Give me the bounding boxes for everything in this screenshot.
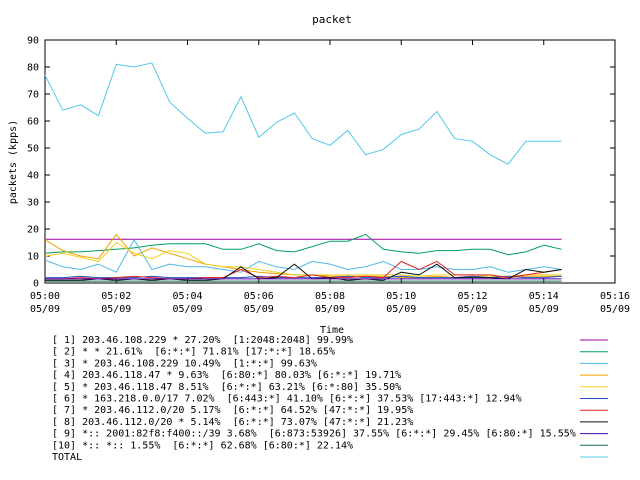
x-tick-time: 05:16 <box>600 291 630 302</box>
legend-label: [ 9] *:: 2001:82f8:f400::/39 3.68% [6:87… <box>52 429 576 440</box>
x-tick-time: 05:10 <box>386 291 416 302</box>
x-tick-time: 05:04 <box>172 291 202 302</box>
x-tick-time: 05:08 <box>315 291 345 302</box>
legend-label: [ 3] * 203.46.108.229 10.49% [1:*:*] 99.… <box>52 358 317 369</box>
series-line-11 <box>44 62 562 165</box>
x-tick-time: 05:00 <box>30 291 60 302</box>
y-tick-label: 10 <box>27 252 39 263</box>
packet-chart: packet packets (kpps) Time 0102030405060… <box>8 13 630 463</box>
series-line-3 <box>44 238 562 273</box>
y-axis-label: packets (kpps) <box>8 120 19 204</box>
legend-label: [10] *:: *:: 1.55% [6:*:*] 62.68% [6:80:… <box>52 440 353 451</box>
series-line-2 <box>44 233 562 256</box>
y-tick-label: 80 <box>27 63 39 74</box>
legend-label: [ 1] 203.46.108.229 * 27.20% [1:2048:204… <box>52 335 353 346</box>
legend-label: [ 6] * 163.218.0.0/17 7.02% [6:443:*] 41… <box>52 394 522 405</box>
x-tick-date: 05/09 <box>600 304 630 315</box>
legend-label: [ 4] 203.46.118.47 * 9.63% [6:80:*] 80.0… <box>52 370 401 381</box>
y-tick-label: 60 <box>27 117 39 128</box>
legend-label: TOTAL <box>52 452 82 463</box>
x-tick-date: 05/09 <box>315 304 345 315</box>
x-tick-date: 05/09 <box>244 304 274 315</box>
y-tick-label: 0 <box>33 279 39 290</box>
legend-label: [ 2] * * 21.61% [6:*:*] 71.81% [17:*:*] … <box>52 347 335 358</box>
y-tick-label: 20 <box>27 225 39 236</box>
series-lines <box>44 62 562 282</box>
legend: [ 1] 203.46.108.229 * 27.20% [1:2048:204… <box>52 335 608 463</box>
x-tick-date: 05/09 <box>30 304 60 315</box>
x-tick-date: 05/09 <box>529 304 559 315</box>
chart-title: packet <box>312 13 352 26</box>
y-tick-label: 30 <box>27 198 39 209</box>
x-tick-date: 05/09 <box>172 304 202 315</box>
x-tick-time: 05:06 <box>244 291 274 302</box>
legend-label: [ 7] * 203.46.112.0/20 5.17% [6:*:*] 64.… <box>52 405 413 416</box>
legend-label: [ 8] 203.46.112.0/20 * 5.14% [6:*:*] 73.… <box>52 417 413 428</box>
y-tick-label: 70 <box>27 90 39 101</box>
x-tick-time: 05:14 <box>529 291 559 302</box>
x-axis-ticks: 05:00 05/09 05:02 05/09 05:04 05/09 05:06 05/09… <box>30 40 630 315</box>
x-tick-time: 05:12 <box>457 291 487 302</box>
x-tick-time: 05:02 <box>101 291 131 302</box>
y-tick-label: 90 <box>27 36 39 47</box>
x-tick-date: 05/09 <box>457 304 487 315</box>
y-tick-label: 50 <box>27 144 39 155</box>
x-tick-date: 05/09 <box>386 304 416 315</box>
legend-label: [ 5] * 203.46.118.47 8.51% [6:*:*] 63.21… <box>52 382 401 393</box>
x-tick-date: 05/09 <box>101 304 131 315</box>
y-tick-label: 40 <box>27 171 39 182</box>
